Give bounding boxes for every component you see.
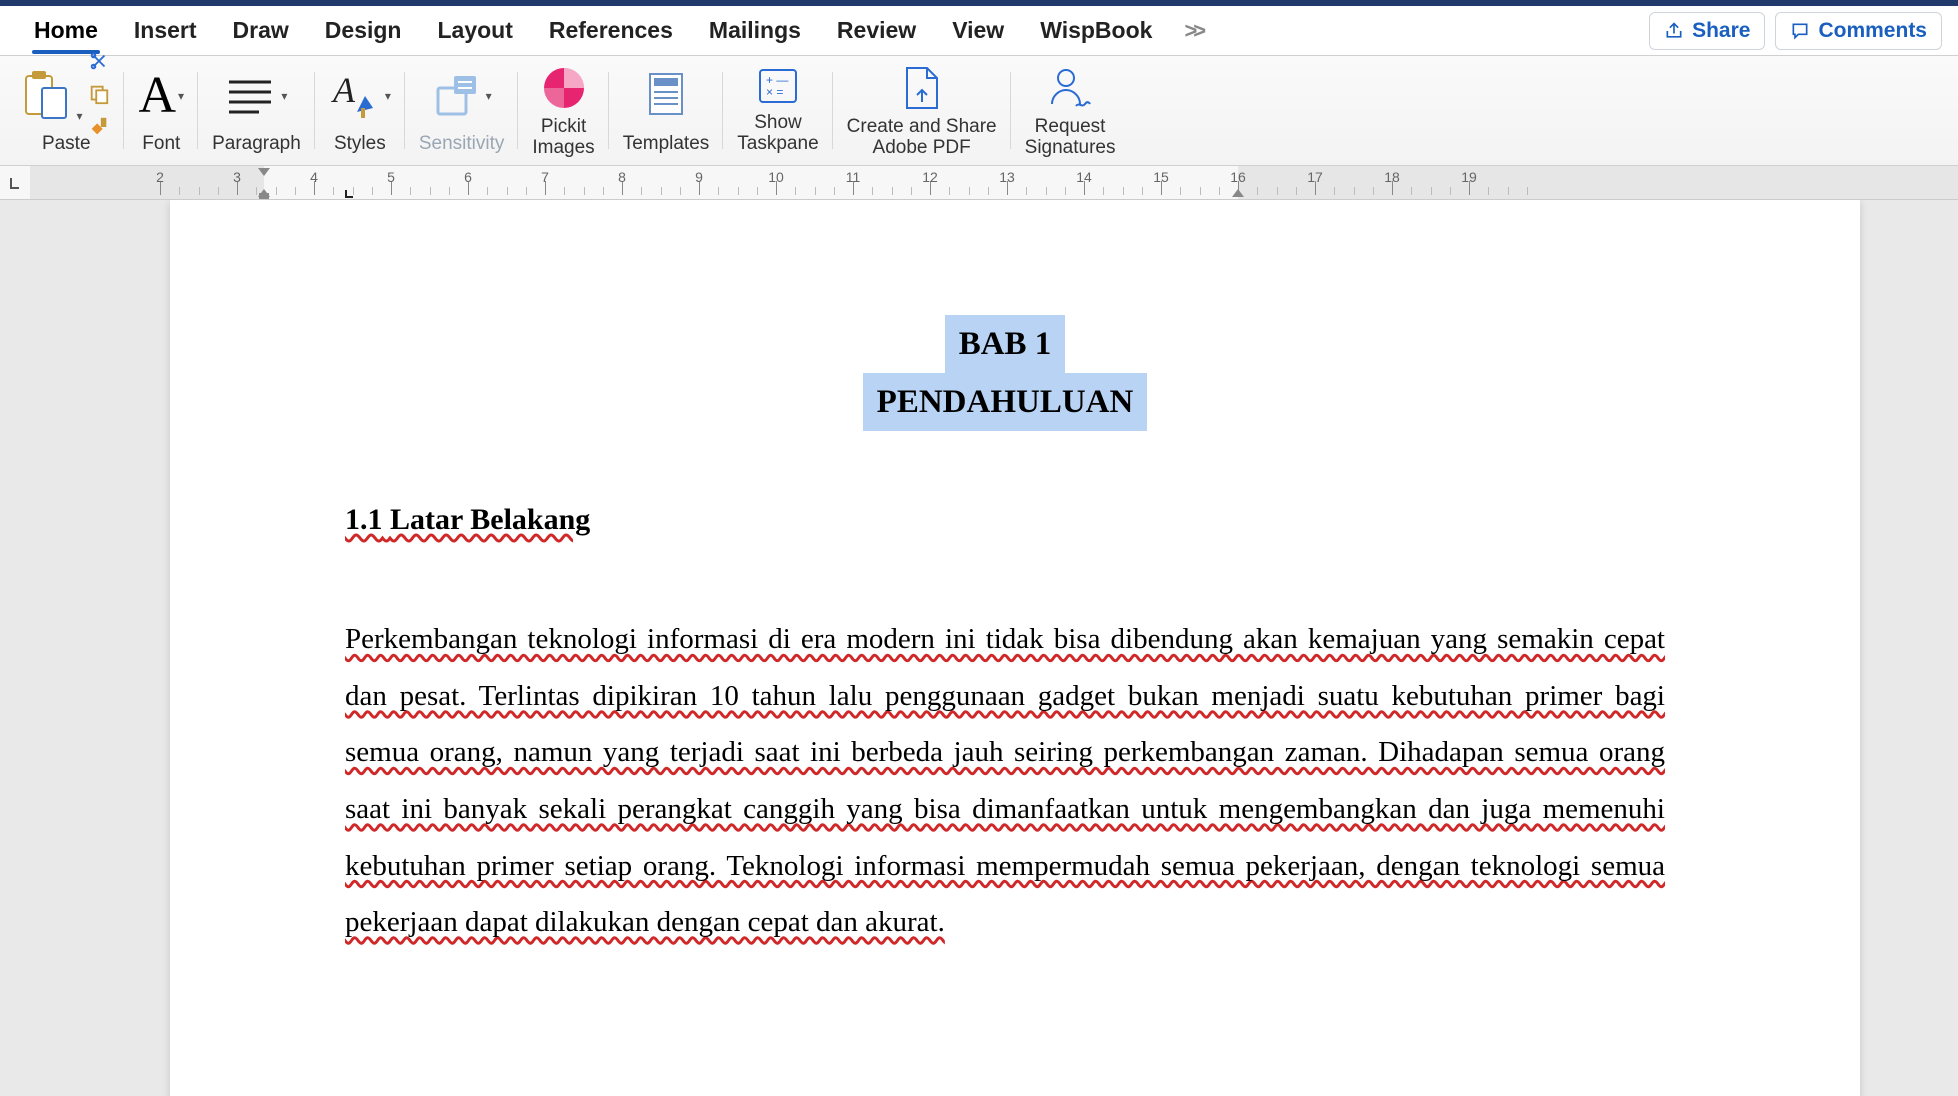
share-label: Share bbox=[1692, 19, 1750, 43]
styles-button[interactable]: A ▾ bbox=[329, 72, 391, 120]
group-label: Sensitivity bbox=[419, 134, 505, 155]
pdf-share-icon bbox=[899, 64, 945, 112]
group-signatures: Request Signatures bbox=[1011, 60, 1130, 161]
sensitivity-button[interactable]: ▾ bbox=[432, 74, 492, 118]
body-paragraph[interactable]: Perkembangan teknologi informasi di era … bbox=[345, 611, 1665, 950]
section-heading-text: Latar Belakang bbox=[390, 503, 590, 536]
paragraph-lines-icon bbox=[225, 76, 275, 116]
pickit-icon bbox=[540, 64, 588, 112]
ribbon-tabs: HomeInsertDrawDesignLayoutReferencesMail… bbox=[0, 6, 1958, 56]
format-painter-button[interactable] bbox=[88, 116, 110, 143]
taskpane-icon: + — × = bbox=[754, 64, 802, 108]
group-label: Paragraph bbox=[212, 134, 301, 155]
group-clipboard: ▾ Paste bbox=[8, 60, 124, 161]
tab-wispbook[interactable]: WispBook bbox=[1022, 9, 1170, 52]
group-label: Templates bbox=[623, 134, 710, 155]
left-indent-marker[interactable] bbox=[259, 193, 269, 199]
section-heading[interactable]: 1.1 Latar Belakang bbox=[345, 503, 1665, 537]
chevron-down-icon: ▾ bbox=[385, 89, 391, 103]
font-a-icon: A bbox=[138, 70, 176, 122]
tab-view[interactable]: View bbox=[934, 9, 1022, 52]
scissors-icon bbox=[88, 50, 110, 72]
group-adobe-pdf: Create and Share Adobe PDF bbox=[833, 60, 1011, 161]
workspace: 12345678910 2345678910111213141516171819… bbox=[0, 166, 1958, 1096]
tab-draw[interactable]: Draw bbox=[215, 9, 307, 52]
group-label: Create and Share Adobe PDF bbox=[847, 117, 997, 159]
templates-icon bbox=[644, 70, 688, 118]
pickit-images-button[interactable] bbox=[540, 64, 588, 117]
group-font: A ▾ Font bbox=[124, 60, 198, 161]
ribbon: ▾ Paste A bbox=[0, 56, 1958, 166]
styles-icon: A bbox=[329, 72, 379, 120]
svg-text:A: A bbox=[331, 72, 356, 110]
clipboard-icon bbox=[22, 68, 70, 120]
group-label: Show Taskpane bbox=[737, 113, 818, 155]
horizontal-ruler[interactable]: 2345678910111213141516171819 bbox=[30, 166, 1958, 200]
ruler-tab-selector[interactable] bbox=[0, 166, 30, 200]
request-signatures-button[interactable] bbox=[1046, 64, 1094, 117]
group-label: Font bbox=[142, 134, 180, 155]
document-scroll-area[interactable]: BAB 1 PENDAHULUAN 1.1 Latar Belakang Per… bbox=[30, 200, 1958, 1096]
cut-button[interactable] bbox=[88, 50, 110, 77]
tab-references[interactable]: References bbox=[531, 9, 691, 52]
ribbon-overflow-button[interactable]: >> bbox=[1170, 18, 1216, 44]
brush-icon bbox=[88, 116, 110, 138]
copy-button[interactable] bbox=[88, 83, 110, 110]
paste-button[interactable]: ▾ bbox=[22, 68, 82, 125]
section-number: 1.1 bbox=[345, 503, 383, 536]
tab-insert[interactable]: Insert bbox=[116, 9, 215, 52]
group-label: Styles bbox=[334, 134, 386, 155]
copy-icon bbox=[88, 83, 110, 105]
app-window: HomeInsertDrawDesignLayoutReferencesMail… bbox=[0, 0, 1958, 1096]
tab-stop-marker[interactable] bbox=[345, 190, 353, 198]
group-pickit: Pickit Images bbox=[518, 60, 608, 161]
sensitivity-icon bbox=[432, 74, 480, 118]
comments-button[interactable]: Comments bbox=[1775, 12, 1942, 50]
group-sensitivity: ▾ Sensitivity bbox=[405, 60, 519, 161]
title-line-1[interactable]: BAB 1 bbox=[945, 315, 1066, 373]
document-title-block: BAB 1 PENDAHULUAN bbox=[345, 315, 1665, 431]
page: BAB 1 PENDAHULUAN 1.1 Latar Belakang Per… bbox=[170, 200, 1860, 1096]
templates-button[interactable] bbox=[644, 70, 688, 123]
tab-mailings[interactable]: Mailings bbox=[691, 9, 819, 52]
chevron-down-icon: ▾ bbox=[281, 89, 287, 103]
group-templates: Templates bbox=[609, 60, 724, 161]
group-label: Paste bbox=[42, 134, 91, 155]
chevron-down-icon: ▾ bbox=[76, 109, 82, 123]
group-styles: A ▾ Styles bbox=[315, 60, 405, 161]
tab-design[interactable]: Design bbox=[307, 9, 420, 52]
show-taskpane-button[interactable]: + — × = bbox=[754, 64, 802, 113]
group-label: Request Signatures bbox=[1025, 117, 1116, 159]
create-share-pdf-button[interactable] bbox=[899, 64, 945, 117]
font-dialog-button[interactable]: A ▾ bbox=[138, 70, 184, 122]
tab-home[interactable]: Home bbox=[16, 9, 116, 52]
group-paragraph: ▾ Paragraph bbox=[198, 60, 315, 161]
share-icon bbox=[1664, 21, 1684, 41]
tab-review[interactable]: Review bbox=[819, 9, 934, 52]
share-button[interactable]: Share bbox=[1649, 12, 1765, 50]
right-indent-marker[interactable] bbox=[1232, 189, 1244, 197]
signature-icon bbox=[1046, 64, 1094, 112]
title-line-2[interactable]: PENDAHULUAN bbox=[863, 373, 1148, 431]
svg-text:× =: × = bbox=[766, 85, 783, 99]
group-label: Pickit Images bbox=[532, 117, 594, 159]
tab-stop-icon bbox=[7, 175, 23, 191]
group-taskpane: + — × = Show Taskpane bbox=[723, 60, 832, 161]
chevron-down-icon: ▾ bbox=[486, 89, 492, 103]
chevron-down-icon: ▾ bbox=[178, 89, 184, 103]
first-line-indent-marker[interactable] bbox=[258, 168, 270, 176]
paragraph-dialog-button[interactable]: ▾ bbox=[225, 76, 287, 116]
tab-layout[interactable]: Layout bbox=[419, 9, 530, 52]
comments-label: Comments bbox=[1818, 19, 1927, 43]
page-content[interactable]: BAB 1 PENDAHULUAN 1.1 Latar Belakang Per… bbox=[345, 315, 1665, 951]
comment-icon bbox=[1790, 21, 1810, 41]
